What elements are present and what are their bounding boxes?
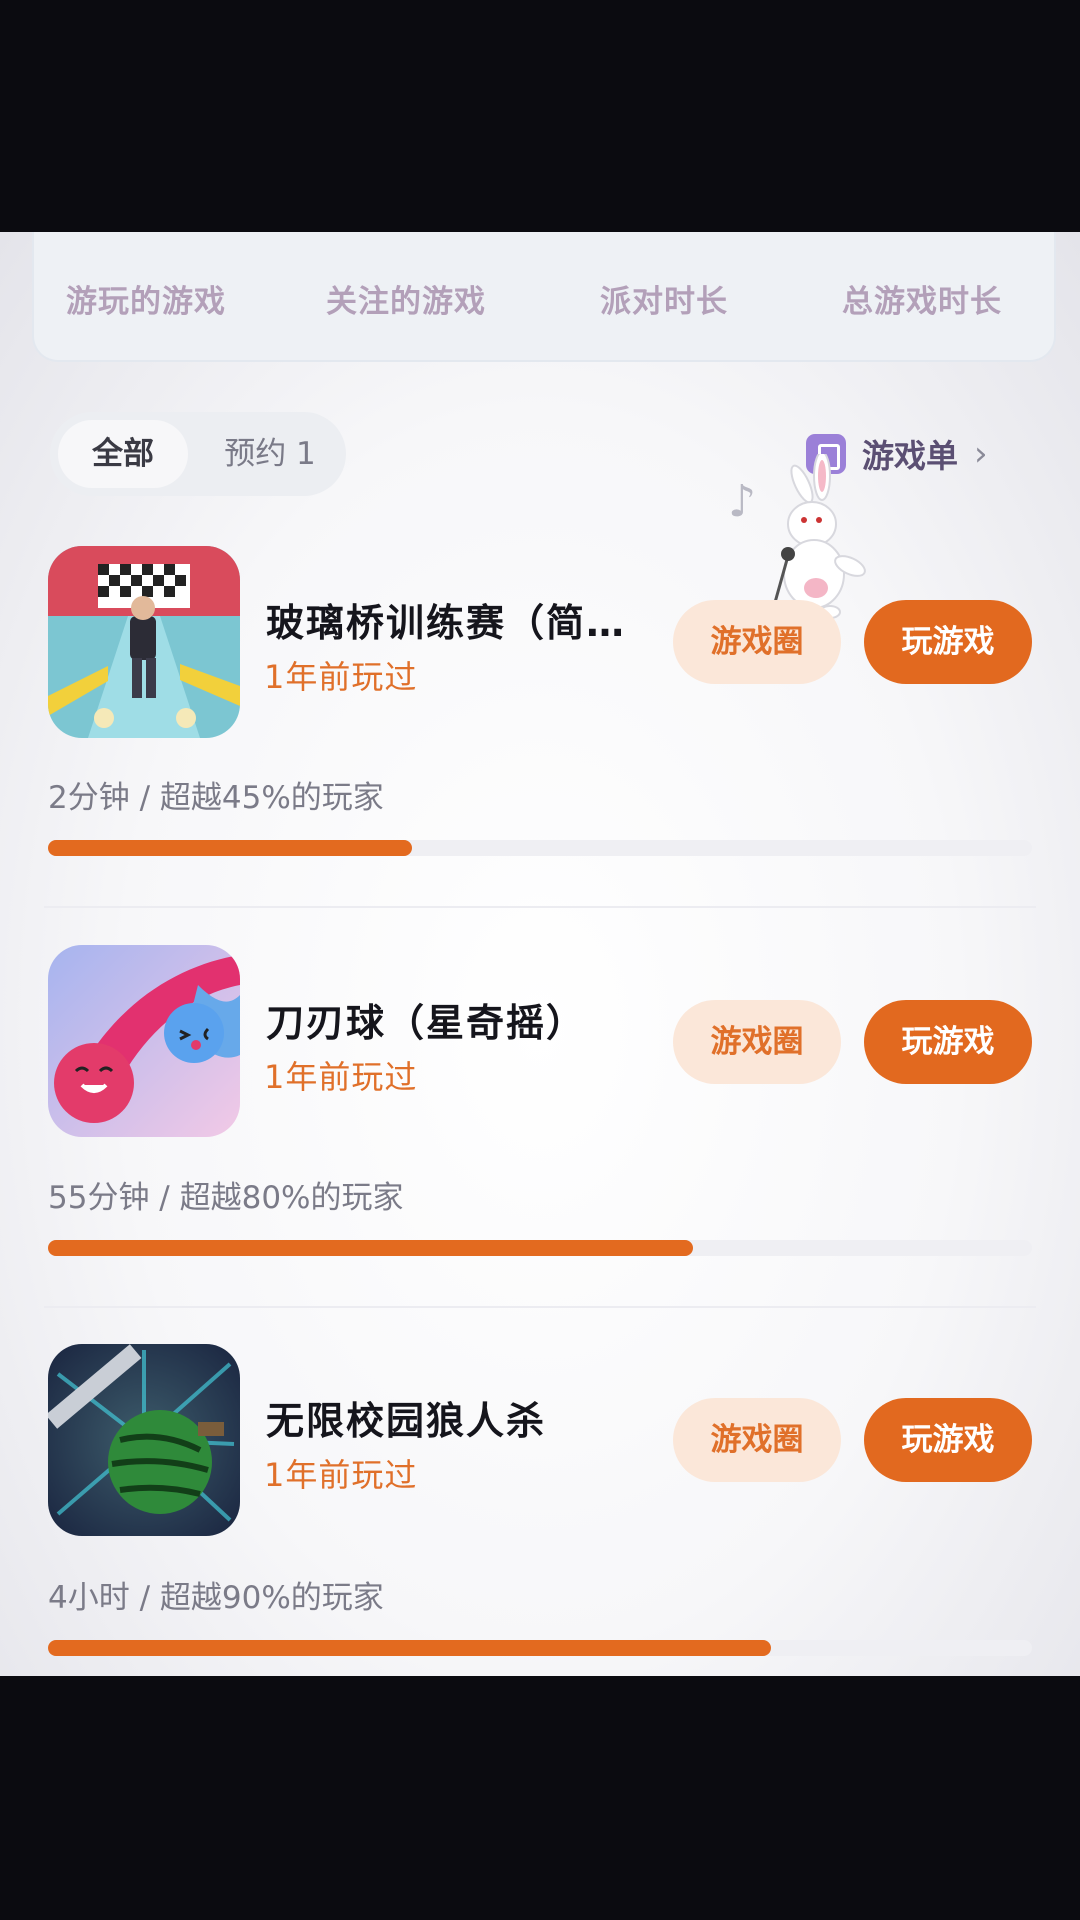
play-time-stat: 4小时 / 超越90%的玩家	[48, 1580, 384, 1616]
game-row-3[interactable]: 无限校园狼人杀 1年前玩过 游戏圈 玩游戏 4小时 / 超越90%的玩家	[0, 1032, 1080, 1656]
game-row-2[interactable]: 刀刃球（星奇摇） 1年前玩过 游戏圈 玩游戏 55分钟 / 超越80%的玩家	[0, 632, 1080, 1256]
last-played: 1年前玩过	[264, 1456, 418, 1494]
game-history-page: 游玩的游戏 关注的游戏 派对时长 总游戏时长 全部 预约 1 游戏单 › ♪ 玻…	[0, 232, 1080, 1680]
letterbox-top	[0, 0, 1080, 238]
progress-track	[48, 1640, 1032, 1656]
werewolf-watermelon-game-icon[interactable]	[48, 1344, 240, 1536]
progress-fill	[48, 1640, 772, 1656]
letterbox-bottom	[0, 1676, 1080, 1920]
game-title: 无限校园狼人杀	[266, 1399, 547, 1443]
play-game-button[interactable]: 玩游戏	[864, 1398, 1032, 1482]
game-circle-button[interactable]: 游戏圈	[673, 1398, 841, 1482]
game-row-1[interactable]: 玻璃桥训练赛（简… 1年前玩过 游戏圈 玩游戏 2分钟 / 超越45%的玩家	[0, 232, 1080, 856]
screen-stage: 游玩的游戏 关注的游戏 派对时长 总游戏时长 全部 预约 1 游戏单 › ♪ 玻…	[0, 0, 1080, 1920]
